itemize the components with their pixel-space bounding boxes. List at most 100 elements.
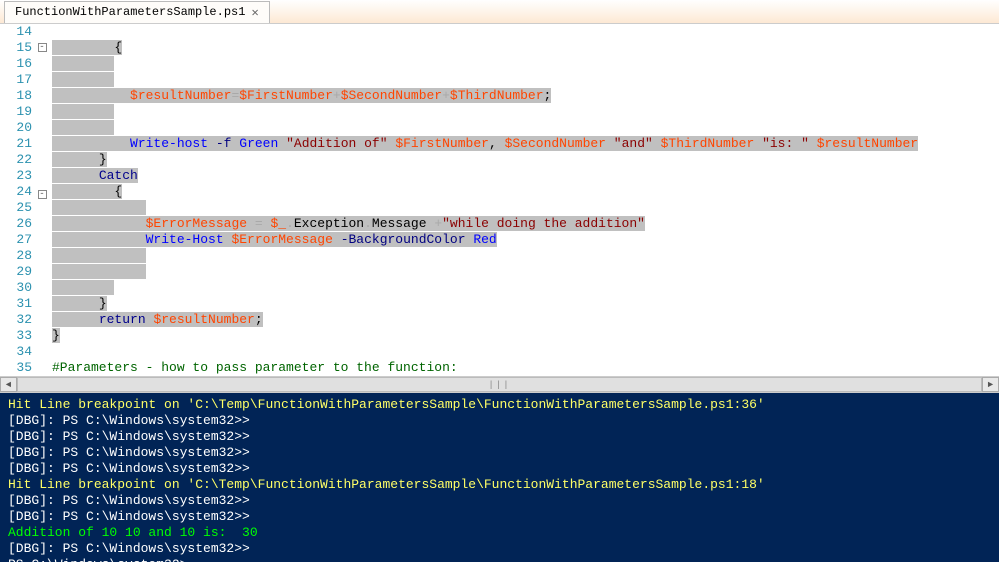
- line-number: 31: [0, 296, 32, 312]
- line-number: 24: [0, 184, 32, 200]
- line-number: 29: [0, 264, 32, 280]
- fold-cell: [36, 222, 48, 238]
- file-tab[interactable]: FunctionWithParametersSample.ps1 ✕: [4, 1, 270, 23]
- token: Write-Host: [146, 232, 224, 247]
- console-line: [DBG]: PS C:\Windows\system32>>: [8, 413, 991, 429]
- code-line[interactable]: [52, 200, 999, 216]
- code-line[interactable]: [52, 104, 999, 120]
- console-line: PS C:\Windows\system32>: [8, 557, 991, 562]
- token: Green: [239, 136, 278, 151]
- fold-column: --: [36, 24, 48, 376]
- token: [606, 136, 614, 151]
- scroll-thumb[interactable]: |||: [17, 377, 982, 392]
- fold-toggle-icon[interactable]: -: [38, 43, 47, 52]
- console-line: [DBG]: PS C:\Windows\system32>>: [8, 429, 991, 445]
- token: $resultNumber: [130, 88, 231, 103]
- console-line: [DBG]: PS C:\Windows\system32>>: [8, 445, 991, 461]
- code-line[interactable]: {: [52, 184, 999, 200]
- token: =: [247, 216, 270, 231]
- code-line[interactable]: [52, 248, 999, 264]
- code-line[interactable]: [52, 120, 999, 136]
- console-line: [DBG]: PS C:\Windows\system32>>: [8, 541, 991, 557]
- code-line[interactable]: $resultNumber=$FirstNumber+$SecondNumber…: [52, 88, 999, 104]
- fold-cell: [36, 139, 48, 155]
- token: [809, 136, 817, 151]
- line-number: 28: [0, 248, 32, 264]
- code-line[interactable]: }: [52, 296, 999, 312]
- token: $ThirdNumber: [661, 136, 755, 151]
- horizontal-scrollbar[interactable]: ◄ ||| ►: [0, 376, 999, 393]
- line-number: 25: [0, 200, 32, 216]
- line-number: 20: [0, 120, 32, 136]
- token: [653, 136, 661, 151]
- code-line[interactable]: [52, 56, 999, 72]
- scroll-left-button[interactable]: ◄: [0, 377, 17, 392]
- console-line: [DBG]: PS C:\Windows\system32>>: [8, 509, 991, 525]
- code-area[interactable]: { $resultNumber=$FirstNumber+$SecondNumb…: [48, 24, 999, 376]
- line-number: 27: [0, 232, 32, 248]
- console-line: [DBG]: PS C:\Windows\system32>>: [8, 493, 991, 509]
- token: $FirstNumber: [395, 136, 489, 151]
- token: +: [442, 88, 450, 103]
- token: {: [114, 184, 122, 199]
- token: Exception: [294, 216, 364, 231]
- scroll-right-button[interactable]: ►: [982, 377, 999, 392]
- console-pane[interactable]: Hit Line breakpoint on 'C:\Temp\Function…: [0, 393, 999, 562]
- fold-cell: [36, 91, 48, 107]
- token: [208, 136, 216, 151]
- code-line[interactable]: Write-host -f Green "Addition of" $First…: [52, 136, 999, 152]
- line-number: 35: [0, 360, 32, 376]
- fold-cell: [36, 155, 48, 171]
- token: }: [52, 328, 60, 343]
- token: [278, 136, 286, 151]
- fold-cell: [36, 206, 48, 222]
- code-line[interactable]: Catch: [52, 168, 999, 184]
- token: Red: [473, 232, 496, 247]
- code-line[interactable]: [52, 24, 999, 40]
- line-number: 14: [0, 24, 32, 40]
- code-line[interactable]: [52, 72, 999, 88]
- token: $SecondNumber: [505, 136, 606, 151]
- token: Write-host: [130, 136, 208, 151]
- code-line[interactable]: #Parameters - how to pass parameter to t…: [52, 360, 999, 376]
- token: $FirstNumber: [239, 88, 333, 103]
- tab-title: FunctionWithParametersSample.ps1: [15, 5, 245, 19]
- console-line: Hit Line breakpoint on 'C:\Temp\Function…: [8, 477, 991, 493]
- token: $SecondNumber: [341, 88, 442, 103]
- code-line[interactable]: [52, 264, 999, 280]
- token: .: [286, 216, 294, 231]
- line-number: 15: [0, 40, 32, 56]
- code-line[interactable]: return $resultNumber;: [52, 312, 999, 328]
- line-number: 30: [0, 280, 32, 296]
- fold-cell: [36, 59, 48, 75]
- code-line[interactable]: $ErrorMessage = $_.Exception.Message +"w…: [52, 216, 999, 232]
- token: Message: [372, 216, 427, 231]
- tab-bar: FunctionWithParametersSample.ps1 ✕: [0, 0, 999, 24]
- code-line[interactable]: {: [52, 40, 999, 56]
- code-line[interactable]: [52, 344, 999, 360]
- close-icon[interactable]: ✕: [251, 5, 258, 20]
- fold-cell: [36, 123, 48, 139]
- line-number: 23: [0, 168, 32, 184]
- code-line[interactable]: Write-Host $ErrorMessage -BackgroundColo…: [52, 232, 999, 248]
- line-number: 19: [0, 104, 32, 120]
- fold-toggle-icon[interactable]: -: [38, 190, 47, 199]
- token: $resultNumber: [817, 136, 918, 151]
- console-line: Hit Line breakpoint on 'C:\Temp\Function…: [8, 397, 991, 413]
- fold-cell: [36, 350, 48, 366]
- code-line[interactable]: }: [52, 152, 999, 168]
- line-number: 16: [0, 56, 32, 72]
- console-line: [DBG]: PS C:\Windows\system32>>: [8, 461, 991, 477]
- code-editor[interactable]: 1415161718192021222324252627282930313233…: [0, 24, 999, 376]
- fold-cell[interactable]: -: [36, 43, 48, 59]
- token: "while doing the addition": [442, 216, 645, 231]
- token: "and": [614, 136, 653, 151]
- fold-cell: [36, 238, 48, 254]
- fold-cell: [36, 318, 48, 334]
- line-number: 34: [0, 344, 32, 360]
- token: ;: [255, 312, 263, 327]
- code-line[interactable]: }: [52, 328, 999, 344]
- token: "is: ": [762, 136, 809, 151]
- fold-cell[interactable]: -: [36, 190, 48, 206]
- code-line[interactable]: [52, 280, 999, 296]
